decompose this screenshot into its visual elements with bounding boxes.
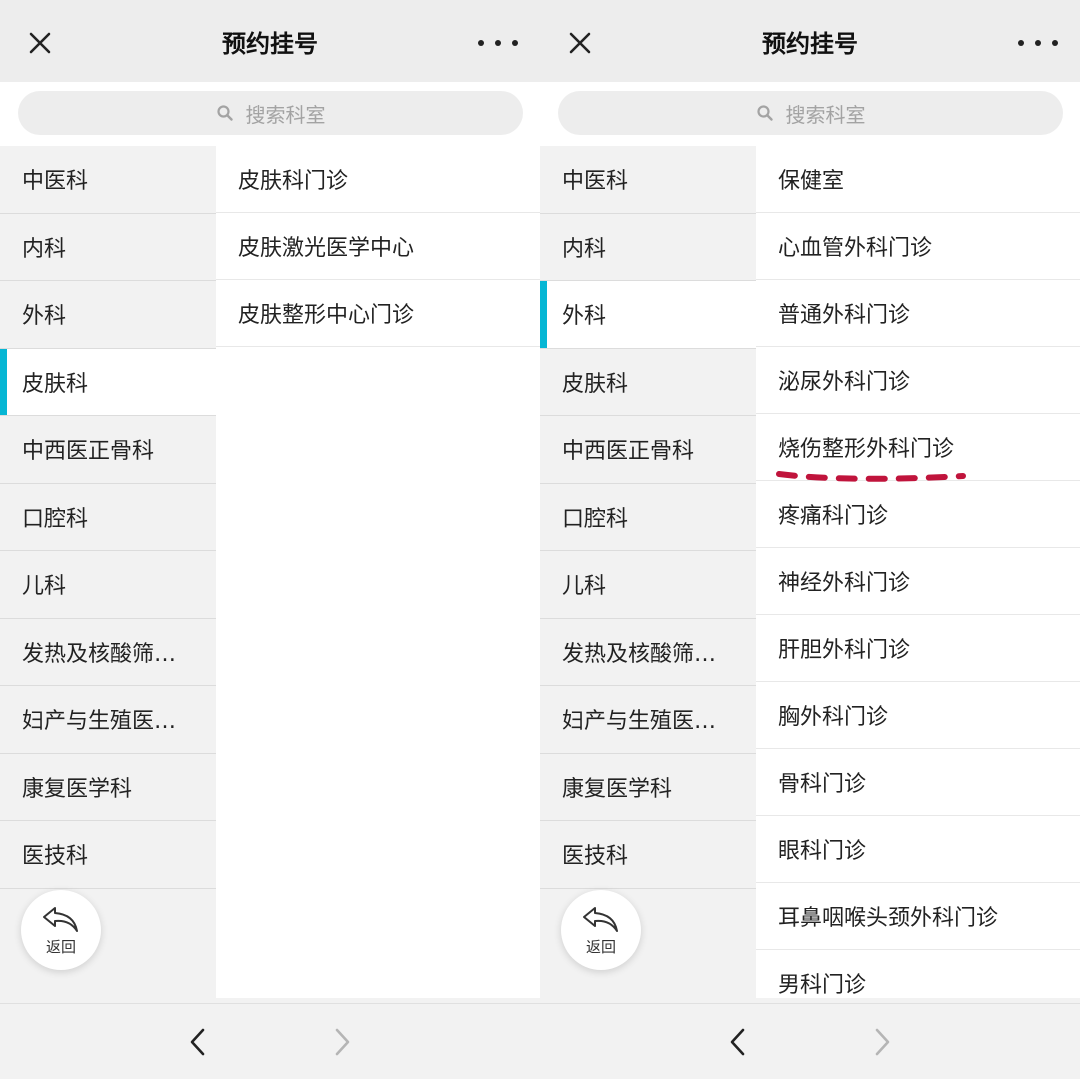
department-item[interactable]: 妇产与生殖医…: [0, 686, 216, 754]
department-item[interactable]: 口腔科: [540, 484, 756, 551]
clinic-item[interactable]: 神经外科门诊: [756, 548, 1080, 615]
left-screen: 预约挂号 搜索科室 中医科 内科 外科 皮肤科 中西医正骨科 口腔科 儿科 发热…: [0, 0, 540, 1079]
department-item[interactable]: 中医科: [0, 146, 216, 214]
chevron-right-icon[interactable]: [330, 1026, 354, 1058]
more-icon[interactable]: [1018, 36, 1058, 50]
clinic-item[interactable]: 耳鼻咽喉头颈外科门诊: [756, 883, 1080, 950]
search-icon: [756, 105, 773, 121]
search-placeholder: 搜索科室: [245, 102, 326, 127]
page-title: 预约挂号: [762, 30, 858, 58]
search-placeholder: 搜索科室: [785, 102, 866, 127]
clinic-item[interactable]: 男科门诊: [756, 950, 1080, 998]
more-icon[interactable]: [478, 36, 518, 50]
chevron-right-icon[interactable]: [870, 1026, 894, 1058]
clinic-item[interactable]: 骨科门诊: [756, 749, 1080, 816]
clinic-item[interactable]: 疼痛科门诊: [756, 481, 1080, 548]
chevron-left-icon[interactable]: [726, 1026, 750, 1058]
clinic-list: 皮肤科门诊 皮肤激光医学中心 皮肤整形中心门诊: [216, 146, 540, 998]
back-button[interactable]: 返回: [561, 890, 641, 970]
clinic-item[interactable]: 眼科门诊: [756, 816, 1080, 883]
department-item[interactable]: 妇产与生殖医…: [540, 686, 756, 754]
department-item[interactable]: 外科: [0, 281, 216, 349]
search-input[interactable]: 搜索科室: [18, 91, 523, 135]
search-icon: [216, 105, 233, 121]
department-item-selected[interactable]: 外科: [540, 281, 756, 349]
department-item[interactable]: 医技科: [0, 821, 216, 889]
selected-indicator: [0, 348, 7, 415]
top-bar: 预约挂号: [0, 0, 540, 82]
clinic-item[interactable]: 保健室: [756, 146, 1080, 213]
chevron-left-icon[interactable]: [186, 1026, 210, 1058]
clinic-item[interactable]: 心血管外科门诊: [756, 213, 1080, 280]
clinic-list: 保健室 心血管外科门诊 普通外科门诊 泌尿外科门诊 烧伤整形外科门诊 疼痛科门诊…: [756, 146, 1080, 998]
department-item[interactable]: 中医科: [540, 146, 756, 214]
clinic-item[interactable]: 胸外科门诊: [756, 682, 1080, 749]
search-input[interactable]: 搜索科室: [558, 91, 1063, 135]
department-item[interactable]: 口腔科: [0, 484, 216, 551]
department-item[interactable]: 发热及核酸筛…: [0, 619, 216, 686]
department-item[interactable]: 中西医正骨科: [0, 416, 216, 484]
department-item-selected[interactable]: 皮肤科: [0, 348, 216, 416]
bottom-nav-bar: [540, 1003, 1080, 1079]
selected-indicator: [540, 281, 547, 348]
department-item[interactable]: 康复医学科: [540, 754, 756, 821]
department-item[interactable]: 康复医学科: [0, 754, 216, 821]
clinic-item-highlighted[interactable]: 烧伤整形外科门诊: [756, 414, 1080, 481]
department-item[interactable]: 儿科: [540, 551, 756, 619]
department-item[interactable]: 内科: [0, 214, 216, 281]
department-list: 中医科 内科 外科 皮肤科 中西医正骨科 口腔科 儿科 发热及核酸筛… 妇产与生…: [540, 146, 756, 1003]
department-item[interactable]: 皮肤科: [540, 349, 756, 416]
department-item[interactable]: 医技科: [540, 821, 756, 889]
search-area: 搜索科室: [540, 82, 1080, 146]
back-arrow-icon: [43, 906, 78, 932]
department-item[interactable]: 儿科: [0, 551, 216, 619]
clinic-item[interactable]: 普通外科门诊: [756, 280, 1080, 347]
back-label: 返回: [585, 937, 616, 956]
back-label: 返回: [45, 937, 76, 956]
department-item[interactable]: 内科: [540, 214, 756, 281]
right-screen: 预约挂号 搜索科室 中医科 内科 外科 皮肤科 中西医正骨科 口腔科 儿科 发热…: [540, 0, 1080, 1079]
clinic-item[interactable]: 皮肤整形中心门诊: [216, 280, 540, 347]
back-arrow-icon: [583, 906, 618, 932]
clinic-item[interactable]: 肝胆外科门诊: [756, 615, 1080, 682]
bottom-nav-bar: [0, 1003, 540, 1079]
top-bar: 预约挂号: [540, 0, 1080, 82]
department-item[interactable]: 发热及核酸筛…: [540, 619, 756, 686]
back-button[interactable]: 返回: [21, 890, 101, 970]
search-area: 搜索科室: [0, 82, 540, 146]
clinic-item[interactable]: 皮肤激光医学中心: [216, 213, 540, 280]
clinic-item[interactable]: 皮肤科门诊: [216, 146, 540, 213]
clinic-item[interactable]: 泌尿外科门诊: [756, 347, 1080, 414]
department-item[interactable]: 中西医正骨科: [540, 416, 756, 484]
page-title: 预约挂号: [222, 30, 318, 58]
department-list: 中医科 内科 外科 皮肤科 中西医正骨科 口腔科 儿科 发热及核酸筛… 妇产与生…: [0, 146, 216, 1003]
